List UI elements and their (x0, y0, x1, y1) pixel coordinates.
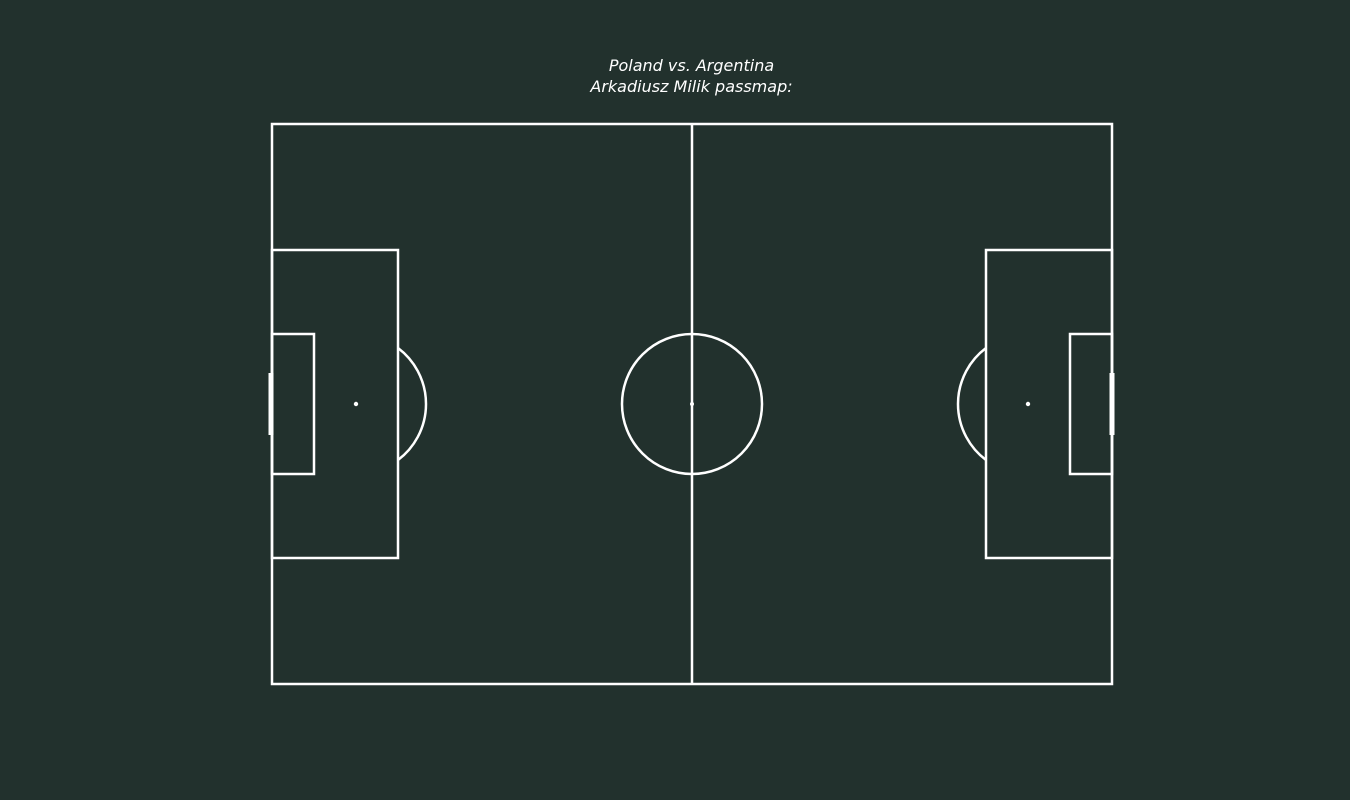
left-penalty-arc (397, 347, 428, 461)
right-penalty-arc (956, 347, 987, 461)
football-pitch (268, 122, 1115, 686)
left-penalty-spot (353, 401, 359, 407)
left-penalty-area (270, 248, 400, 560)
right-penalty-area (984, 248, 1114, 560)
left-goal-area (270, 332, 316, 476)
center-spot (690, 402, 694, 406)
right-penalty-spot (1025, 401, 1031, 407)
right-goal-area (1068, 332, 1114, 476)
